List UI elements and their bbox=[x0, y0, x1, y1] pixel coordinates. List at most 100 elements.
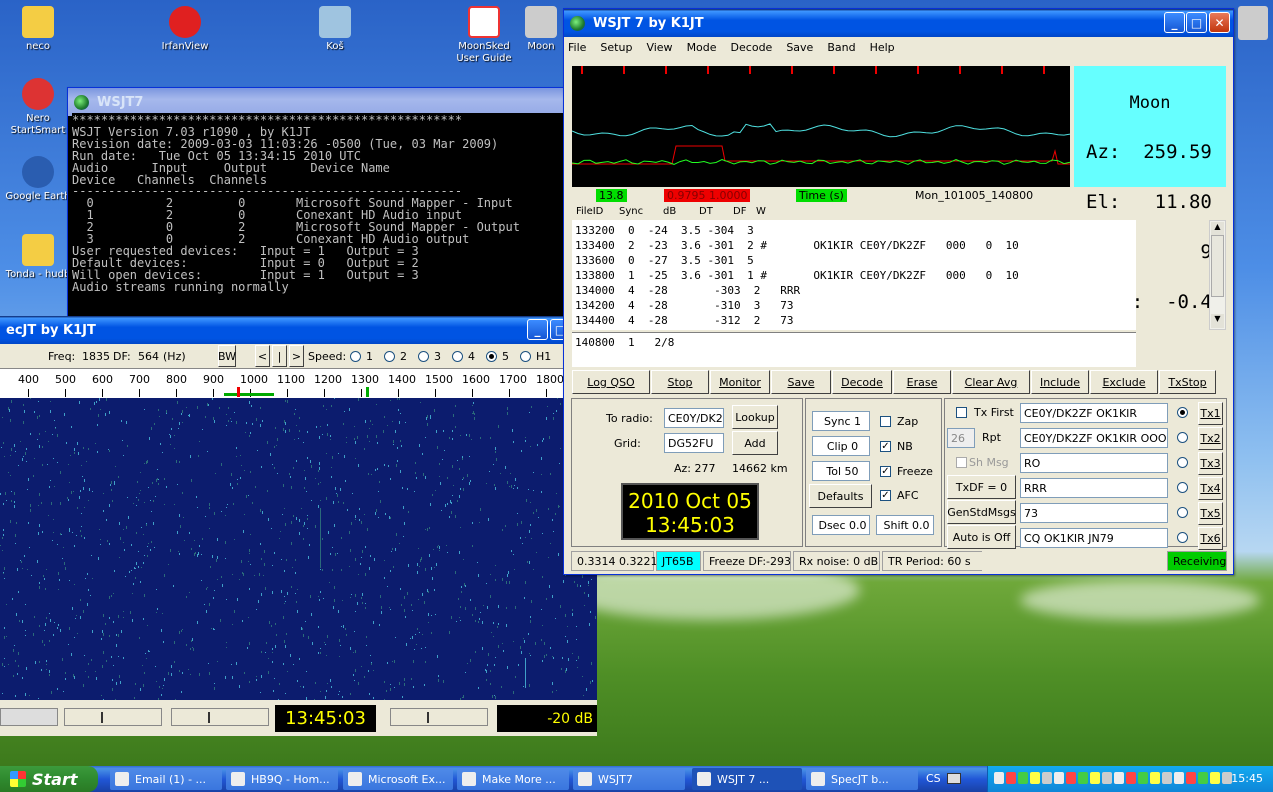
txdf-button[interactable]: TxDF = 0 bbox=[947, 475, 1016, 499]
next-button[interactable]: > bbox=[289, 345, 304, 367]
menu-mode[interactable]: Mode bbox=[687, 41, 717, 54]
auto-button[interactable]: Auto is Off bbox=[947, 525, 1016, 549]
scroll-down-icon[interactable]: ▼ bbox=[1211, 314, 1224, 328]
txstop-button[interactable]: TxStop bbox=[1159, 370, 1216, 394]
taskbar-item[interactable]: SpecJT b... bbox=[806, 768, 918, 790]
clip-spinner[interactable]: Clip 0 bbox=[812, 436, 870, 456]
menu-decode[interactable]: Decode bbox=[731, 41, 773, 54]
monitor-button[interactable]: Monitor bbox=[710, 370, 770, 394]
tray-icon[interactable] bbox=[994, 772, 1004, 784]
tx-radio-3[interactable] bbox=[1177, 457, 1188, 468]
clear-avg-button[interactable]: Clear Avg bbox=[952, 370, 1030, 394]
desktop-icon-nero[interactable]: Nero StartSmart bbox=[0, 78, 76, 137]
tx-message-2[interactable]: CE0Y/DK2ZF OK1KIR OOO bbox=[1020, 428, 1168, 448]
tray-icon[interactable] bbox=[1114, 772, 1124, 784]
speed-radio-1[interactable] bbox=[350, 351, 361, 362]
menu-view[interactable]: View bbox=[646, 41, 672, 54]
tray-icon[interactable] bbox=[1150, 772, 1160, 784]
contrast-slider[interactable] bbox=[64, 708, 162, 726]
zero-slider[interactable] bbox=[390, 708, 488, 726]
tx-message-3[interactable]: RO bbox=[1020, 453, 1168, 473]
tx5-button[interactable]: Tx5 bbox=[1198, 502, 1223, 525]
to-radio-input[interactable]: CE0Y/DK2Z bbox=[664, 408, 724, 428]
tol-spinner[interactable]: Tol 50 bbox=[812, 461, 870, 481]
tray-icon[interactable] bbox=[1102, 772, 1112, 784]
include-button[interactable]: Include bbox=[1031, 370, 1089, 394]
taskbar-item[interactable]: Make More ... bbox=[457, 768, 569, 790]
speed-radio-2[interactable] bbox=[384, 351, 395, 362]
decoded-text-panel[interactable]: 133200 0 -24 3.5 -304 3 133400 2 -23 3.6 … bbox=[572, 220, 1136, 330]
grid-input[interactable]: DG52FU bbox=[664, 433, 724, 453]
tray-icon[interactable] bbox=[1162, 772, 1172, 784]
decode-scrollbar[interactable]: ▲ ▼ bbox=[1209, 220, 1226, 330]
desktop-icon-moon[interactable]: Moon bbox=[516, 6, 566, 53]
tx-radio-1[interactable] bbox=[1177, 407, 1188, 418]
tray-icon[interactable] bbox=[1210, 772, 1220, 784]
menu-band[interactable]: Band bbox=[827, 41, 855, 54]
taskbar-item[interactable]: WSJT 7 ... bbox=[692, 768, 802, 790]
desktop-icon-tonda[interactable]: Tonda - hudb bbox=[0, 234, 76, 281]
log-qso-button[interactable]: Log QSO bbox=[572, 370, 650, 394]
tray-icon[interactable] bbox=[1198, 772, 1208, 784]
dsec-spinner[interactable]: Dsec 0.0 bbox=[812, 515, 870, 535]
desktop-icon-recycle-bin[interactable]: Koš bbox=[297, 6, 373, 53]
exclude-button[interactable]: Exclude bbox=[1090, 370, 1158, 394]
add-button[interactable]: Add bbox=[732, 431, 778, 455]
taskbar-item[interactable]: Microsoft Ex... bbox=[343, 768, 453, 790]
shift-spinner[interactable]: Shift 0.0 bbox=[876, 515, 934, 535]
tx-radio-6[interactable] bbox=[1177, 532, 1188, 543]
tray-icon[interactable] bbox=[1138, 772, 1148, 784]
scroll-thumb[interactable] bbox=[1211, 235, 1224, 297]
sh-msg-checkbox[interactable] bbox=[956, 457, 967, 468]
desktop-icon-irfanview[interactable]: IrfanView bbox=[147, 6, 223, 53]
desktop-icon-google-earth[interactable]: Google Earth bbox=[0, 156, 76, 203]
bw-button[interactable]: BW bbox=[218, 345, 236, 367]
tray-icon[interactable] bbox=[1042, 772, 1052, 784]
tx2-button[interactable]: Tx2 bbox=[1198, 427, 1223, 450]
desktop-icon-partial[interactable] bbox=[1238, 6, 1268, 40]
tray-icon[interactable] bbox=[1030, 772, 1040, 784]
genstdmsgs-button[interactable]: GenStdMsgs bbox=[947, 500, 1016, 524]
specjt-titlebar[interactable]: ecJT by K1JT bbox=[0, 316, 597, 344]
zap-checkbox[interactable] bbox=[880, 416, 891, 427]
tray-icon[interactable] bbox=[1186, 772, 1196, 784]
tx3-button[interactable]: Tx3 bbox=[1198, 452, 1223, 475]
tray-icon[interactable] bbox=[1174, 772, 1184, 784]
taskbar-item[interactable]: Email (1) - ... bbox=[110, 768, 222, 790]
tx-first-checkbox[interactable] bbox=[956, 407, 967, 418]
tx-radio-4[interactable] bbox=[1177, 482, 1188, 493]
speed-radio-3[interactable] bbox=[418, 351, 429, 362]
menu-save[interactable]: Save bbox=[786, 41, 813, 54]
menu-setup[interactable]: Setup bbox=[600, 41, 632, 54]
desktop-icon-moonsked-guide[interactable]: MoonSked User Guide bbox=[446, 6, 522, 65]
defaults-button[interactable]: Defaults bbox=[809, 484, 872, 508]
tray-icon[interactable] bbox=[1054, 772, 1064, 784]
tx-message-6[interactable]: CQ OK1KIR JN79 bbox=[1020, 528, 1168, 548]
menu-help[interactable]: Help bbox=[870, 41, 895, 54]
tx6-button[interactable]: Tx6 bbox=[1198, 527, 1223, 550]
tray-icon[interactable] bbox=[1006, 772, 1016, 784]
minimize-button[interactable]: _ bbox=[527, 319, 548, 340]
tray-icon[interactable] bbox=[1090, 772, 1100, 784]
scroll-up-icon[interactable]: ▲ bbox=[1211, 222, 1224, 236]
sync-spinner[interactable]: Sync 1 bbox=[812, 411, 870, 431]
language-indicator[interactable]: CS bbox=[926, 772, 941, 785]
wsjt-titlebar[interactable]: WSJT 7 by K1JT bbox=[564, 9, 1233, 37]
tx-radio-5[interactable] bbox=[1177, 507, 1188, 518]
tx4-button[interactable]: Tx4 bbox=[1198, 477, 1223, 500]
speed-radio-5[interactable] bbox=[486, 351, 497, 362]
erase-button[interactable]: Erase bbox=[893, 370, 951, 394]
brightness-slider[interactable] bbox=[171, 708, 269, 726]
afc-checkbox[interactable]: ✓ bbox=[880, 490, 891, 501]
tx-message-5[interactable]: 73 bbox=[1020, 503, 1168, 523]
waterfall-display[interactable] bbox=[0, 398, 597, 700]
taskbar-item[interactable]: WSJT7 bbox=[573, 768, 685, 790]
decode-button[interactable]: Decode bbox=[832, 370, 892, 394]
prev-button[interactable]: < bbox=[255, 345, 270, 367]
tray-icon[interactable] bbox=[1066, 772, 1076, 784]
stop-button[interactable]: Stop bbox=[651, 370, 709, 394]
start-button[interactable]: Start bbox=[0, 766, 98, 792]
center-button[interactable]: | bbox=[272, 345, 287, 367]
keyboard-icon[interactable] bbox=[947, 773, 961, 784]
speed-radio-4[interactable] bbox=[452, 351, 463, 362]
